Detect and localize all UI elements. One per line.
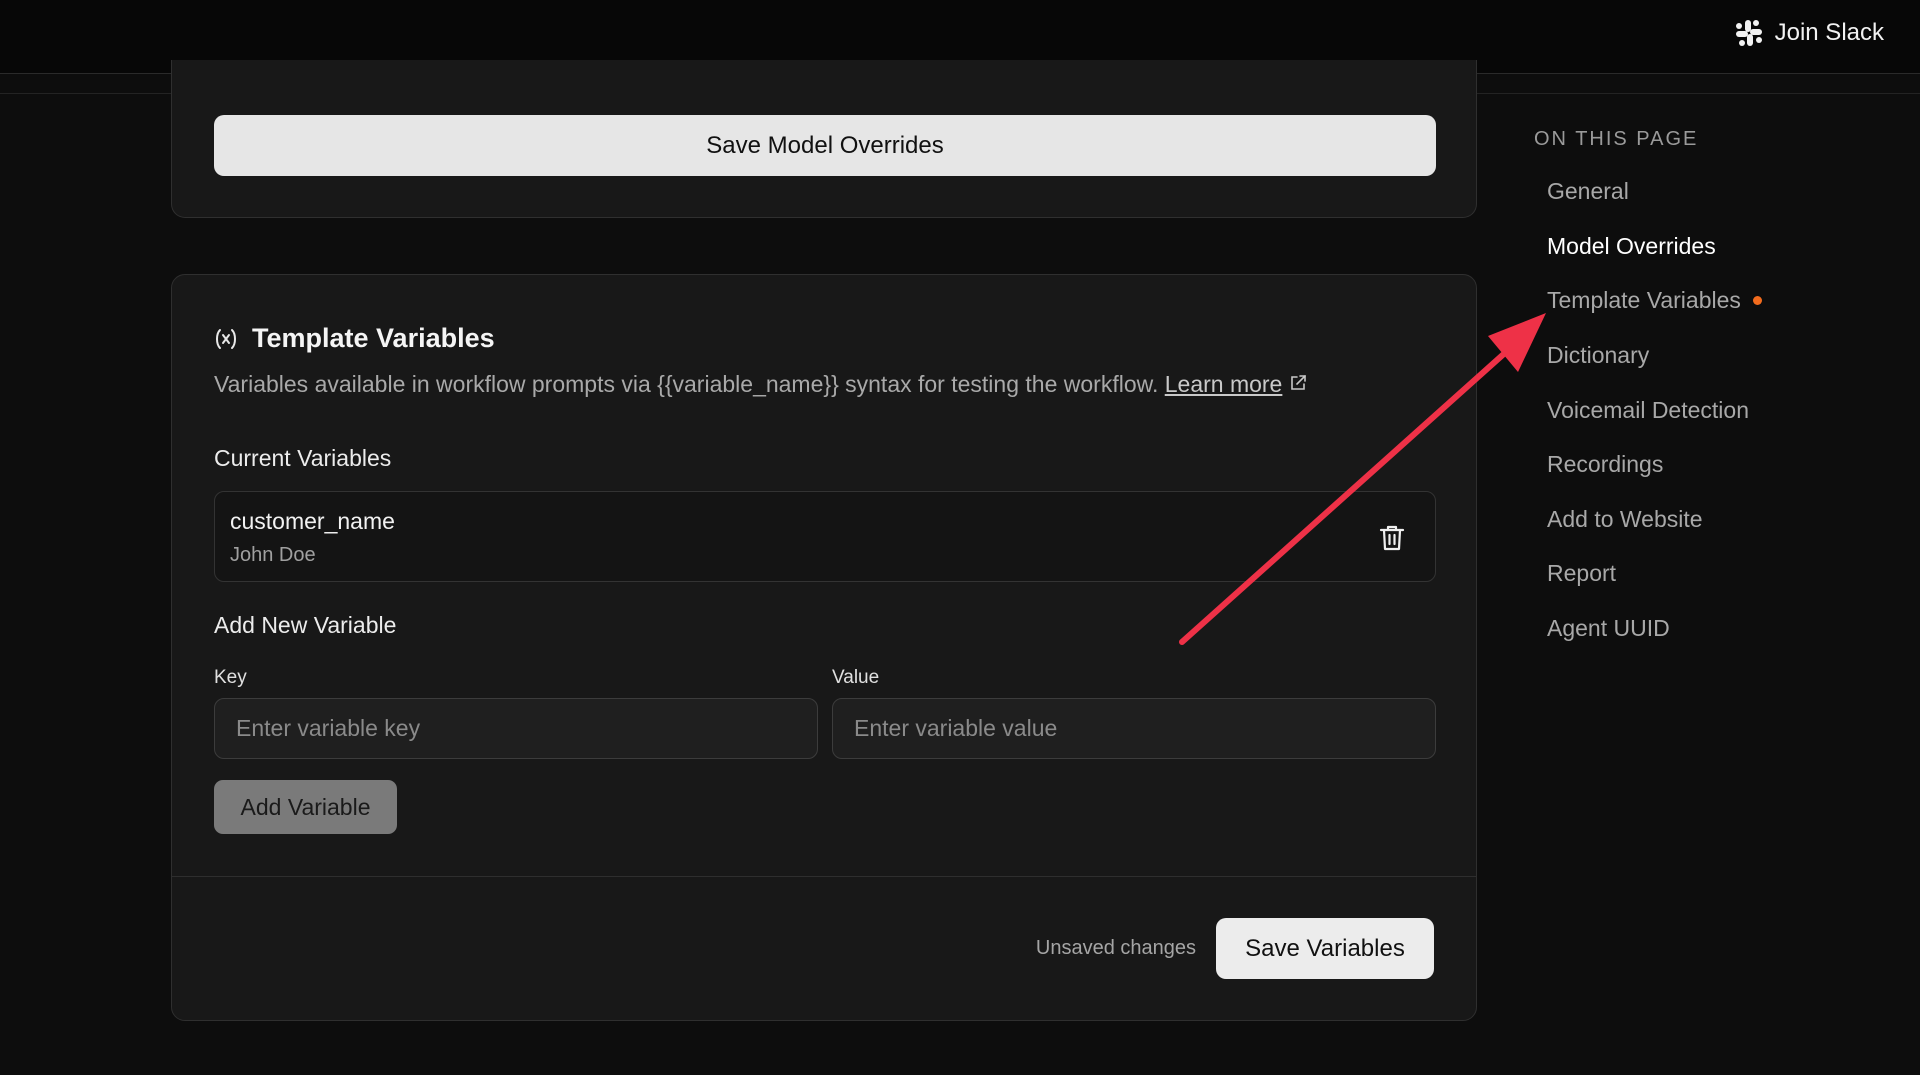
join-slack-link[interactable]: Join Slack xyxy=(1735,15,1884,51)
learn-more-link[interactable]: Learn more xyxy=(1165,371,1283,397)
key-label: Key xyxy=(214,667,247,688)
toc-item-label: Voicemail Detection xyxy=(1547,397,1749,423)
section-header: Template Variables xyxy=(214,323,495,354)
active-indicator-dot xyxy=(1752,296,1762,305)
toc-item-model-overrides[interactable]: Model Overrides xyxy=(1547,233,1716,260)
save-variables-button[interactable]: Save Variables xyxy=(1216,918,1434,979)
variable-key-input[interactable] xyxy=(214,698,818,759)
model-overrides-card: Save Model Overrides xyxy=(171,60,1477,218)
toc-item-label: Dictionary xyxy=(1547,342,1650,368)
variable-key: customer_name xyxy=(230,508,395,534)
toc-item-label: Add to Website xyxy=(1547,506,1703,532)
description-text: Variables available in workflow prompts … xyxy=(214,371,1159,397)
toc-item-voicemail-detection[interactable]: Voicemail Detection xyxy=(1547,397,1749,424)
section-description: Variables available in workflow prompts … xyxy=(214,371,1307,398)
save-model-overrides-button[interactable]: Save Model Overrides xyxy=(214,115,1436,176)
learn-more-label: Learn more xyxy=(1164,371,1283,397)
template-variables-card: Template Variables Variables available i… xyxy=(171,274,1477,1021)
toc-item-label: Agent UUID xyxy=(1547,615,1670,641)
section-title: Template Variables xyxy=(252,323,495,353)
toc-item-agent-uuid[interactable]: Agent UUID xyxy=(1547,615,1670,642)
toc-item-recordings[interactable]: Recordings xyxy=(1547,451,1663,478)
join-slack-label: Join Slack xyxy=(1774,19,1884,46)
toc-item-label: Report xyxy=(1547,560,1617,586)
toc-item-general[interactable]: General xyxy=(1547,178,1629,205)
variable-value-input[interactable] xyxy=(832,698,1436,759)
slack-icon xyxy=(1735,20,1762,46)
toc-item-report[interactable]: Report xyxy=(1547,560,1616,587)
toc-heading: ON THIS PAGE xyxy=(1534,128,1699,150)
table-of-contents: ON THIS PAGE General Model Overrides Tem… xyxy=(1534,128,1762,641)
trash-icon[interactable] xyxy=(1379,524,1405,552)
variable-value: John Doe xyxy=(230,544,316,566)
card-footer-divider xyxy=(172,876,1476,877)
external-link-icon xyxy=(1290,375,1306,390)
add-new-variable-label: Add New Variable xyxy=(214,612,397,638)
unsaved-changes-text: Unsaved changes xyxy=(1035,937,1196,959)
add-variable-button[interactable]: Add Variable xyxy=(214,780,397,834)
toc-item-dictionary[interactable]: Dictionary xyxy=(1547,342,1649,369)
current-variables-label: Current Variables xyxy=(214,445,392,471)
toc-item-label: Recordings xyxy=(1547,451,1664,477)
variable-icon xyxy=(216,328,236,349)
toc-item-add-to-website[interactable]: Add to Website xyxy=(1547,506,1703,533)
toc-item-label: Model Overrides xyxy=(1547,233,1716,259)
value-label: Value xyxy=(832,667,880,688)
toc-item-label: Template Variables xyxy=(1547,287,1741,313)
variable-item: customer_name John Doe xyxy=(214,491,1436,582)
toc-item-template-variables[interactable]: Template Variables xyxy=(1547,287,1762,314)
toc-item-label: General xyxy=(1547,178,1629,204)
